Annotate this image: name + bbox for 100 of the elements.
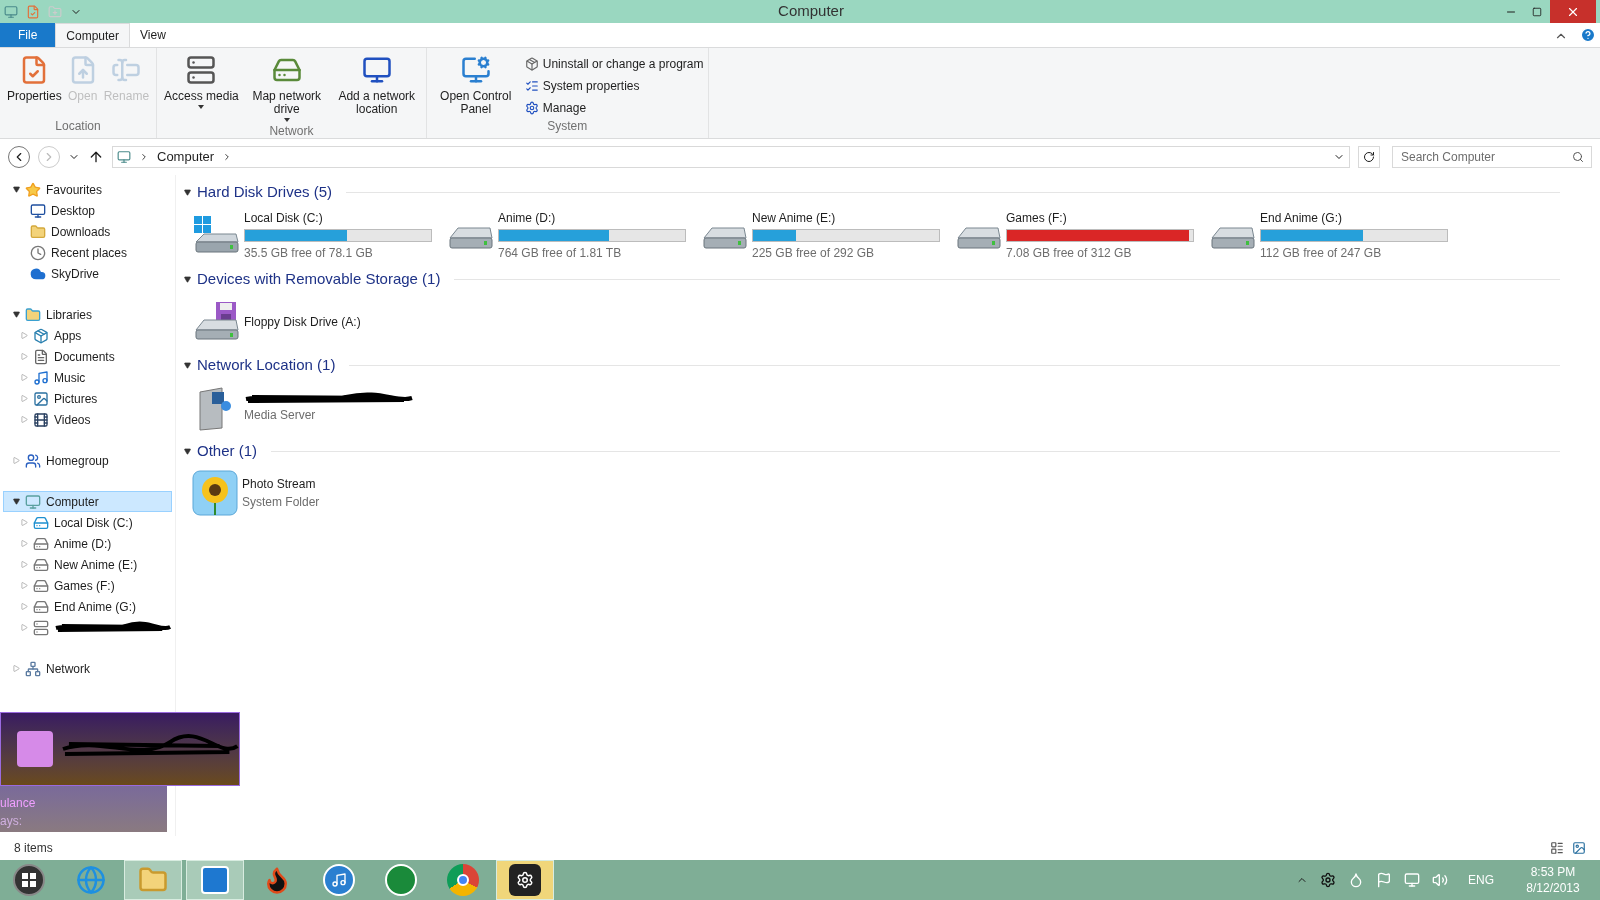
folder-type: Media Server bbox=[244, 407, 317, 424]
drive-space: 35.5 GB free of 78.1 GB bbox=[244, 245, 374, 262]
game-client-icon bbox=[509, 864, 541, 896]
expand-arrow-icon[interactable] bbox=[20, 624, 28, 631]
group-heading[interactable]: Devices with Removable Storage (1) bbox=[197, 267, 441, 291]
device-name: Floppy Disk Drive (A:) bbox=[244, 314, 361, 331]
drive-icon bbox=[33, 514, 49, 531]
document-check-icon[interactable] bbox=[26, 4, 40, 19]
drive-name: Local Disk (C:) bbox=[244, 210, 324, 227]
ribbon-button[interactable]: Properties bbox=[4, 52, 65, 103]
volume-icon[interactable] bbox=[1432, 872, 1448, 888]
close-button[interactable] bbox=[1550, 0, 1596, 23]
expand-arrow-icon[interactable] bbox=[21, 332, 28, 339]
ribbon-button[interactable]: Uninstall or change a program bbox=[524, 54, 704, 73]
nav-item[interactable]: Recent places bbox=[3, 242, 172, 263]
collapse-arrow-icon[interactable] bbox=[184, 447, 191, 455]
nav-item[interactable]: SkyDrive bbox=[3, 263, 172, 284]
drive-tile[interactable]: End Anime (G:) 112 GB free of 247 GB bbox=[1208, 207, 1462, 264]
droplet-icon[interactable] bbox=[1348, 872, 1364, 888]
drive-icon bbox=[33, 535, 49, 552]
breadcrumb-chevron-icon[interactable] bbox=[139, 152, 149, 162]
network-icon[interactable] bbox=[1404, 872, 1420, 888]
drive-tile[interactable]: Games (F:) 7.08 GB free of 312 GB bbox=[954, 207, 1208, 264]
expand-arrow-icon[interactable] bbox=[21, 540, 28, 547]
monitor-icon bbox=[30, 202, 46, 219]
ribbon-button[interactable]: Manage bbox=[524, 98, 704, 117]
group-heading[interactable]: Hard Disk Drives (5) bbox=[197, 180, 332, 204]
status-text: 8 items bbox=[14, 840, 53, 857]
nav-item[interactable]: Libraries bbox=[3, 304, 172, 325]
nav-item[interactable]: End Anime (G:) bbox=[3, 596, 172, 617]
nav-item[interactable]: Games (F:) bbox=[3, 575, 172, 596]
expand-arrow-icon[interactable] bbox=[21, 603, 28, 610]
package-icon bbox=[33, 327, 49, 344]
expand-arrow-icon[interactable] bbox=[21, 353, 28, 360]
group-heading[interactable]: Other (1) bbox=[197, 439, 257, 463]
expand-arrow-icon[interactable] bbox=[21, 561, 28, 568]
search-field[interactable]: Search Computer bbox=[1392, 146, 1592, 168]
nav-item[interactable]: Local Disk (C:) bbox=[3, 512, 172, 533]
ribbon-button[interactable]: System properties bbox=[524, 76, 704, 95]
nav-item[interactable]: Favourites bbox=[3, 179, 172, 200]
ribbon-button[interactable]: Open Control Panel bbox=[430, 52, 521, 116]
folder-tile[interactable]: Media Server bbox=[192, 380, 446, 436]
nav-item[interactable]: New Anime (E:) bbox=[3, 554, 172, 575]
nav-item[interactable]: Network bbox=[3, 658, 172, 679]
large-icons-view-icon[interactable] bbox=[1572, 841, 1586, 855]
group-heading[interactable]: Network Location (1) bbox=[197, 353, 336, 377]
expand-arrow-icon[interactable] bbox=[21, 582, 28, 589]
refresh-button[interactable] bbox=[1358, 146, 1380, 168]
expand-arrow-icon[interactable] bbox=[21, 374, 28, 381]
device-tile[interactable]: Floppy Disk Drive (A:) bbox=[192, 294, 446, 350]
nav-item[interactable]: Apps bbox=[3, 325, 172, 346]
collapse-arrow-icon[interactable] bbox=[13, 186, 20, 193]
ribbon-button[interactable]: Map network drive bbox=[241, 52, 332, 122]
ribbon-tab[interactable]: View bbox=[130, 23, 176, 47]
game-client-tray-icon[interactable] bbox=[1320, 872, 1336, 888]
collapse-arrow-icon[interactable] bbox=[184, 275, 191, 283]
taskbar-button[interactable] bbox=[496, 860, 554, 900]
ribbon-button[interactable]: Add a network location bbox=[331, 52, 422, 116]
nav-item[interactable]: Documents bbox=[3, 346, 172, 367]
nav-item[interactable]: Homegroup bbox=[3, 450, 172, 471]
collapse-arrow-icon[interactable] bbox=[13, 498, 20, 505]
drive-tile[interactable]: New Anime (E:) 225 GB free of 292 GB bbox=[700, 207, 954, 264]
drive-tile[interactable]: Anime (D:) 764 GB free of 1.81 TB bbox=[446, 207, 700, 264]
search-icon[interactable] bbox=[1572, 151, 1584, 163]
expand-arrow-icon[interactable] bbox=[13, 665, 20, 672]
ribbon-tab[interactable]: Computer bbox=[55, 23, 131, 47]
collapse-arrow-icon[interactable] bbox=[184, 188, 191, 196]
chat-notification[interactable] bbox=[0, 712, 240, 786]
expand-arrow-icon[interactable] bbox=[21, 395, 28, 402]
nav-item[interactable]: Desktop bbox=[3, 200, 172, 221]
gear-icon bbox=[524, 100, 539, 115]
nav-item[interactable]: Pictures bbox=[3, 388, 172, 409]
nav-item[interactable]: Computer bbox=[3, 491, 172, 512]
breadcrumb[interactable]: Computer bbox=[157, 147, 215, 167]
ribbon-group-label: System bbox=[546, 118, 589, 135]
expand-arrow-icon[interactable] bbox=[21, 519, 28, 526]
torrent-client-icon bbox=[385, 864, 417, 896]
nav-item[interactable]: Downloads bbox=[3, 221, 172, 242]
flag-icon[interactable] bbox=[1376, 872, 1392, 888]
nav-item[interactable]: Anime (D:) bbox=[3, 533, 172, 554]
folder-tile[interactable]: Photo Stream System Folder bbox=[192, 466, 446, 520]
drive-tile[interactable]: Local Disk (C:) 35.5 GB free of 78.1 GB bbox=[192, 207, 446, 264]
help-icon[interactable] bbox=[1580, 27, 1596, 43]
nav-item[interactable]: Music bbox=[3, 367, 172, 388]
expand-arrow-icon[interactable] bbox=[21, 416, 28, 423]
details-view-icon[interactable] bbox=[1550, 841, 1564, 855]
expand-arrow-icon[interactable] bbox=[13, 457, 20, 464]
ribbon-group-label: Location bbox=[54, 118, 102, 135]
nav-item[interactable]: Videos bbox=[3, 409, 172, 430]
checklist-icon bbox=[524, 78, 539, 93]
ribbon-button[interactable]: Access media bbox=[161, 52, 242, 109]
computer-icon bbox=[117, 150, 131, 164]
drive-icon bbox=[33, 598, 49, 615]
collapse-arrow-icon[interactable] bbox=[184, 361, 191, 369]
collapse-arrow-icon[interactable] bbox=[13, 311, 20, 318]
package-icon bbox=[524, 56, 539, 71]
star-icon bbox=[25, 181, 41, 198]
drive-icon bbox=[33, 556, 49, 573]
ribbon-tab[interactable]: File bbox=[0, 23, 56, 47]
address-field[interactable]: Computer bbox=[112, 146, 1350, 168]
